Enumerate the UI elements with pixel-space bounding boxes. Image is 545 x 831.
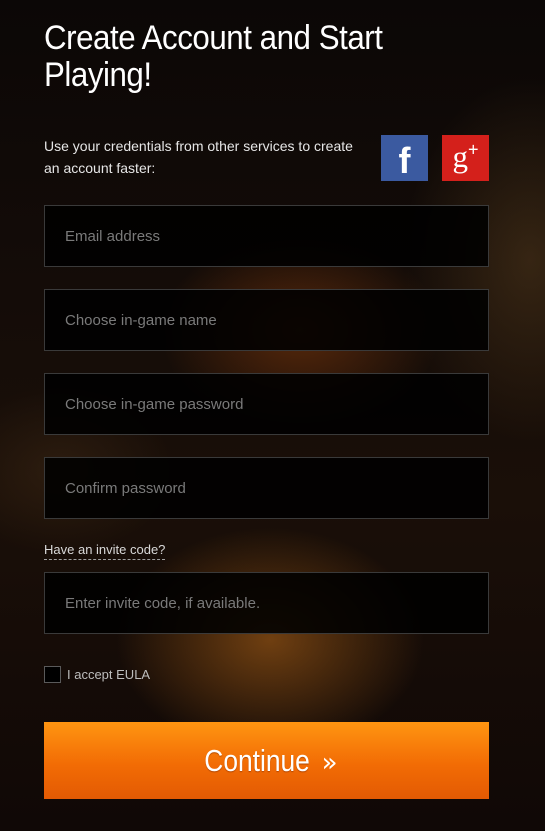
page-title: Create Account and Start Playing!: [44, 19, 383, 94]
social-login-text: Use your credentials from other services…: [44, 138, 353, 176]
google-plus-icon-plus: +: [467, 139, 479, 160]
google-plus-icon-letter: g: [452, 139, 468, 174]
ingame-name-field[interactable]: [44, 289, 489, 351]
facebook-icon: f: [398, 140, 411, 181]
continue-button[interactable]: Continue »: [44, 722, 489, 799]
password-field[interactable]: [44, 373, 489, 435]
eula-checkbox-row[interactable]: I accept EULA: [44, 666, 150, 683]
invite-code-field[interactable]: [44, 572, 489, 634]
invite-code-link[interactable]: Have an invite code?: [44, 542, 166, 560]
email-field[interactable]: [44, 205, 489, 267]
facebook-login-button[interactable]: f: [381, 135, 428, 181]
eula-label: I accept EULA: [67, 667, 151, 682]
confirm-password-field[interactable]: [44, 457, 489, 519]
continue-label: Continue: [204, 742, 311, 778]
google-plus-icon: g+: [452, 139, 478, 175]
chevron-right-icon: »: [321, 747, 338, 778]
eula-checkbox[interactable]: [44, 666, 61, 683]
google-plus-login-button[interactable]: g+: [442, 135, 489, 181]
